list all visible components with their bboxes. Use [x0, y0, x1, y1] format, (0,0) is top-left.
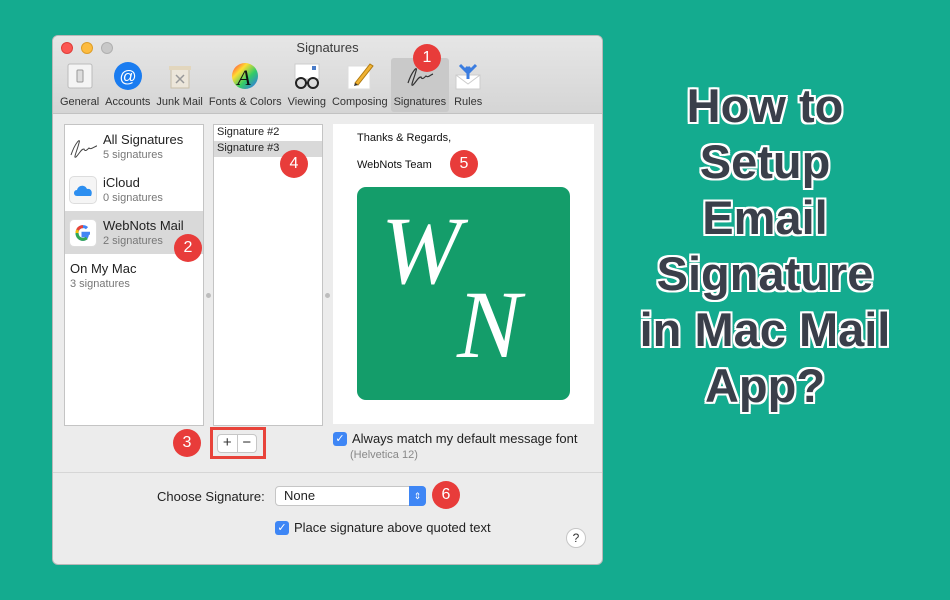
tab-composing[interactable]: Composing	[329, 58, 391, 112]
match-font-checkbox[interactable]: ✓	[333, 431, 347, 446]
color-wheel-icon: A	[229, 60, 261, 92]
icloud-icon	[69, 175, 97, 204]
title-bar: Signatures General @ Accounts Junk Mail	[53, 36, 602, 114]
at-sign-icon: @	[112, 60, 144, 92]
tab-viewing[interactable]: Viewing	[285, 58, 329, 112]
rules-envelope-icon	[452, 60, 484, 92]
step-badge-4: 4	[280, 150, 308, 178]
svg-text:A: A	[236, 65, 252, 90]
tab-accounts[interactable]: @ Accounts	[102, 58, 153, 112]
tab-rules[interactable]: Rules	[449, 58, 487, 112]
chevron-updown-icon: ⇕	[409, 486, 426, 506]
tab-fonts-colors[interactable]: A Fonts & Colors	[206, 58, 285, 112]
pencil-paper-icon	[344, 60, 376, 92]
add-remove-control: + −	[217, 434, 257, 453]
account-item-icloud[interactable]: iCloud 0 signatures	[65, 168, 203, 211]
account-list: All Signatures 5 signatures iCloud 0 sig…	[64, 124, 204, 426]
divider	[53, 472, 602, 473]
match-font-option[interactable]: ✓ Always match my default message font	[333, 431, 577, 446]
column-resize-handle[interactable]	[206, 293, 211, 298]
font-hint: (Helvetica 12)	[350, 449, 418, 461]
help-button[interactable]: ?	[566, 528, 586, 548]
account-item-all-signatures[interactable]: All Signatures 5 signatures	[65, 125, 203, 168]
step-badge-5: 5	[450, 150, 478, 178]
choose-signature-select[interactable]: None ⇕	[275, 486, 426, 506]
window-title: Signatures	[296, 40, 359, 55]
place-above-checkbox[interactable]: ✓	[275, 520, 289, 535]
preview-line-1: Thanks & Regards,	[357, 132, 452, 144]
general-switch-icon	[64, 60, 96, 92]
webnots-logo: W N	[357, 187, 570, 400]
place-above-option[interactable]: ✓ Place signature above quoted text	[275, 520, 491, 535]
google-icon	[69, 218, 97, 247]
svg-text:@: @	[119, 67, 136, 86]
add-remove-highlight: + −	[210, 427, 266, 459]
choose-signature-label: Choose Signature:	[157, 489, 265, 504]
trash-bin-icon	[164, 60, 196, 92]
headline: How to Setup Email Signature in Mac Mail…	[639, 79, 891, 412]
signature-item[interactable]: Signature #2	[214, 125, 322, 141]
tab-general[interactable]: General	[57, 58, 102, 112]
column-resize-handle[interactable]	[325, 293, 330, 298]
glasses-icon	[291, 60, 323, 92]
signature-icon	[69, 133, 97, 161]
remove-signature-button[interactable]: −	[238, 435, 257, 452]
preferences-window: Signatures General @ Accounts Junk Mail	[52, 35, 603, 565]
step-badge-2: 2	[174, 234, 202, 262]
tab-junk-mail[interactable]: Junk Mail	[153, 58, 205, 112]
preview-line-2: WebNots Team	[357, 159, 432, 171]
step-badge-6: 6	[432, 481, 460, 509]
step-badge-1: 1	[413, 44, 441, 72]
signature-item[interactable]: Signature #3	[214, 141, 322, 157]
step-badge-3: 3	[173, 429, 201, 457]
add-signature-button[interactable]: +	[218, 435, 238, 452]
